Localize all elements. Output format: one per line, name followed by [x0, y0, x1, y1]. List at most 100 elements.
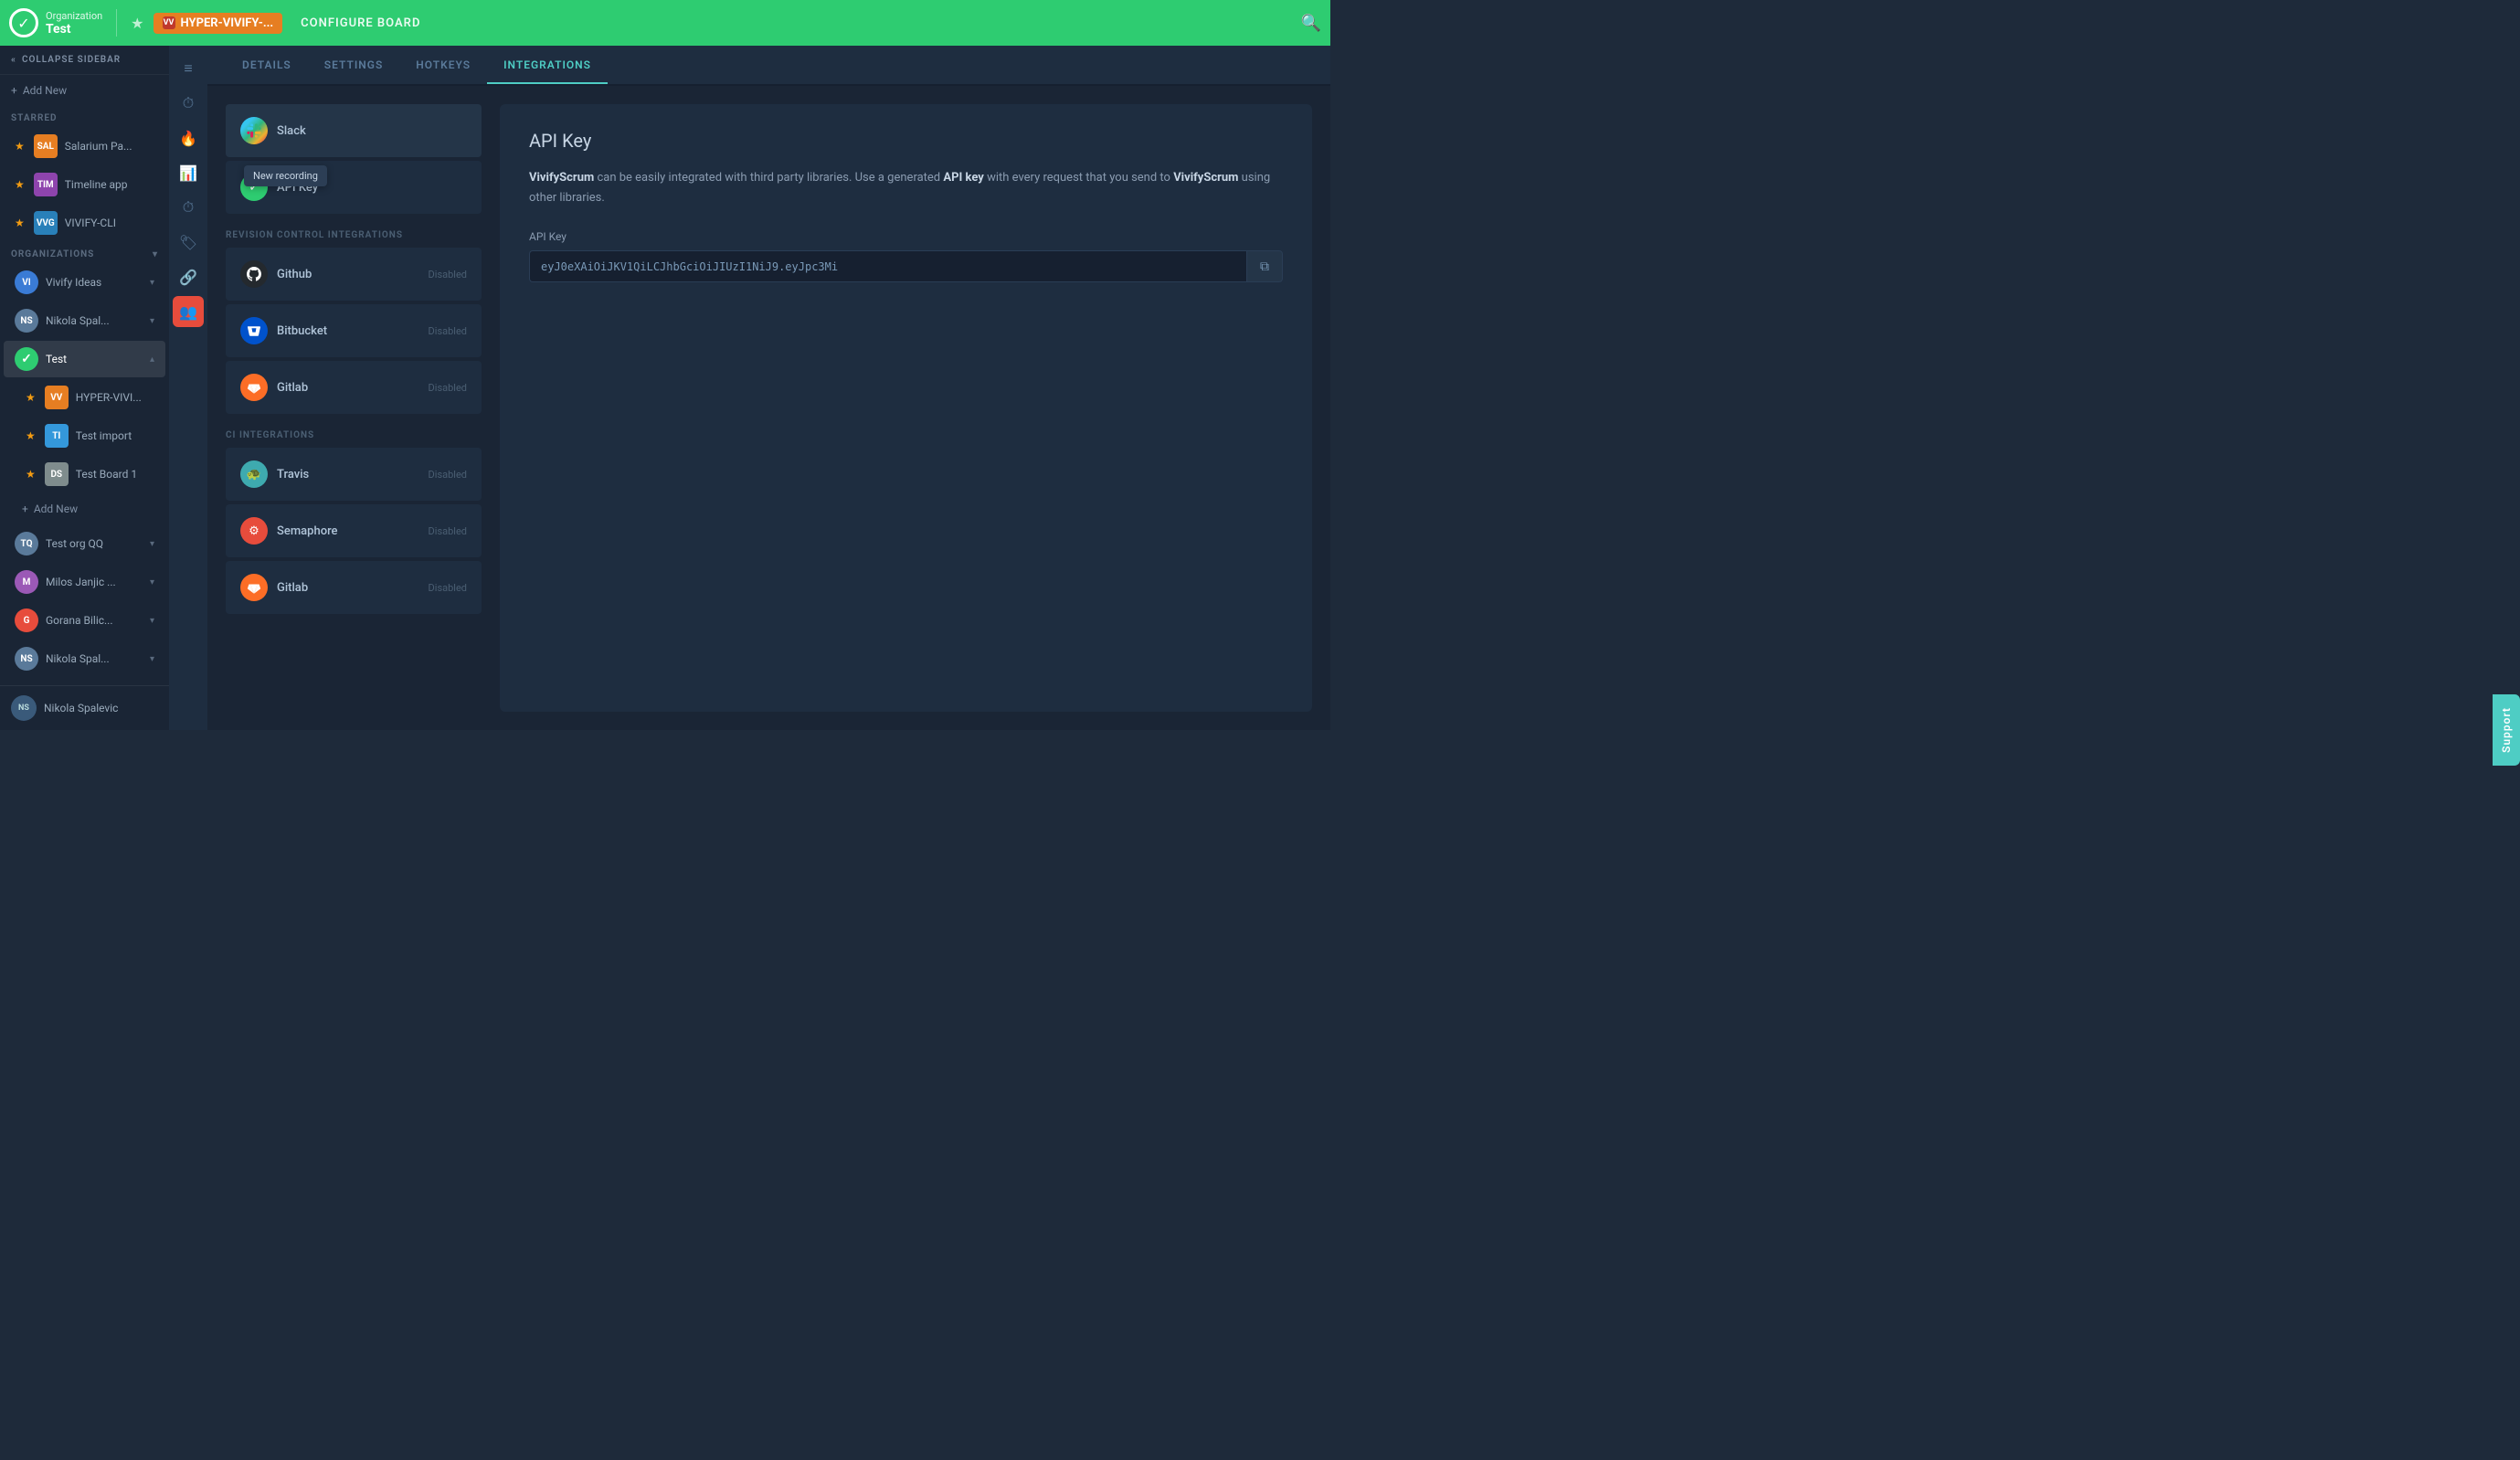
sidebar-item-label: VIVIFY-CLI: [65, 217, 154, 229]
fire-icon-btn[interactable]: 🔥: [173, 122, 204, 153]
avatar: M: [15, 570, 38, 594]
avatar: TQ: [15, 532, 38, 555]
sidebar-item-label: Milos Janjic ...: [46, 576, 143, 588]
api-key-copy-button[interactable]: ⧉: [1246, 250, 1283, 282]
sidebar-item-vivify-cli[interactable]: ★ VVG VIVIFY-CLI: [4, 205, 165, 241]
integration-github[interactable]: Github Disabled: [226, 248, 482, 301]
layers-icon-btn[interactable]: ≡: [173, 53, 204, 84]
integration-gitlab-ci[interactable]: Gitlab Disabled: [226, 561, 482, 614]
bitbucket-icon: [240, 317, 268, 344]
sidebar-item-test-org-qq[interactable]: TQ Test org QQ ▾: [4, 525, 165, 562]
integration-slack[interactable]: Slack New recording: [226, 104, 482, 157]
api-key-input[interactable]: [529, 250, 1246, 282]
link-icon-btn[interactable]: 🔗: [173, 261, 204, 292]
search-icon[interactable]: 🔍: [1301, 14, 1321, 33]
sidebar: « COLLAPSE SIDEBAR + Add New STARRED ★ S…: [0, 46, 169, 730]
integration-travis[interactable]: 🐢 Travis Disabled: [226, 448, 482, 501]
chevron-down-icon: ▾: [150, 616, 154, 626]
travis-name: Travis: [277, 468, 419, 481]
slack-name: Slack: [277, 124, 467, 138]
tab-hotkeys[interactable]: HOTKEYS: [399, 48, 487, 84]
star-icon: ★: [15, 217, 25, 229]
sidebar-item-label: Test org QQ: [46, 537, 143, 550]
sidebar-item-nikola-spal-2[interactable]: NS Nikola Spal... ▾: [4, 640, 165, 677]
sidebar-item-label: Gorana Bilic...: [46, 614, 143, 627]
check-icon: ✓: [9, 8, 38, 37]
avatar: NS: [15, 309, 38, 333]
board-badge[interactable]: VV HYPER-VIVIFY-...: [154, 13, 283, 34]
chevron-down-icon: ▾: [150, 316, 154, 326]
top-header: ✓ Organization Test ★ VV HYPER-VIVIFY-..…: [0, 0, 1330, 46]
sidebar-item-hyper-vivi[interactable]: ★ VV HYPER-VIVI...: [4, 379, 165, 416]
tab-integrations[interactable]: INTEGRATIONS: [487, 48, 608, 84]
gitlab-ci-status: Disabled: [429, 582, 467, 594]
avatar: VI: [15, 270, 38, 294]
sidebar-item-timeline[interactable]: ★ TIM Timeline app: [4, 166, 165, 203]
collapse-label: COLLAPSE SIDEBAR: [22, 55, 121, 65]
avatar: SAL: [34, 134, 58, 158]
history-icon-btn[interactable]: ⏱: [173, 88, 204, 119]
star-icon: ★: [15, 178, 25, 191]
api-key-field-label: API Key: [529, 230, 1283, 243]
sidebar-item-vivify-ideas[interactable]: VI Vivify Ideas ▾: [4, 264, 165, 301]
tab-bar: DETAILS SETTINGS HOTKEYS INTEGRATIONS: [207, 46, 1330, 86]
sidebar-item-label: Salarium Pa...: [65, 140, 154, 153]
bitbucket-status: Disabled: [429, 325, 467, 337]
sidebar-item-gorana-bilic[interactable]: G Gorana Bilic... ▾: [4, 602, 165, 639]
chevron-down-icon: ▾: [150, 654, 154, 664]
avatar: DS: [45, 462, 69, 486]
avatar: TIM: [34, 173, 58, 196]
org-info: Organization Test: [46, 10, 102, 37]
avatar: VVG: [34, 211, 58, 235]
sidebar-item-test-import[interactable]: ★ TI Test import: [4, 418, 165, 454]
organizations-section-label: ORGANIZATIONS ▾: [0, 242, 169, 263]
github-icon: [240, 260, 268, 288]
tab-details[interactable]: DETAILS: [226, 48, 308, 84]
semaphore-name: Semaphore: [277, 524, 419, 538]
content-area: DETAILS SETTINGS HOTKEYS INTEGRATIONS: [207, 46, 1330, 730]
support-button[interactable]: Support: [2493, 694, 2520, 766]
chart-icon-btn[interactable]: 📊: [173, 157, 204, 188]
collapse-sidebar-button[interactable]: « COLLAPSE SIDEBAR: [0, 46, 169, 75]
gitlab-ci-icon: [240, 574, 268, 601]
sidebar-item-nikola-spal[interactable]: NS Nikola Spal... ▾: [4, 302, 165, 339]
header-divider: [116, 9, 117, 37]
clock-icon-btn[interactable]: ⏱: [173, 192, 204, 223]
integration-gitlab-revision[interactable]: Gitlab Disabled: [226, 361, 482, 414]
integration-semaphore[interactable]: ⚙ Semaphore Disabled: [226, 504, 482, 557]
gitlab-revision-status: Disabled: [429, 382, 467, 394]
desc-middle-1: can be easily integrated with third part…: [597, 171, 943, 185]
slack-icon: [240, 117, 268, 144]
semaphore-icon: ⚙: [240, 517, 268, 545]
integrations-content: Slack New recording ✓ API Key REVISION C…: [207, 86, 1330, 730]
add-new-board-button[interactable]: + Add New: [0, 493, 169, 524]
revision-control-header: REVISION CONTROL INTEGRATIONS: [226, 217, 482, 246]
sidebar-item-label: Vivify Ideas: [46, 276, 143, 289]
star-icon: ★: [15, 140, 25, 153]
tag-icon-btn[interactable]: 🏷: [173, 227, 204, 258]
sidebar-item-milos-janjic[interactable]: M Milos Janjic ... ▾: [4, 564, 165, 600]
add-new-button[interactable]: + Add New: [0, 75, 169, 106]
sidebar-item-salarium[interactable]: ★ SAL Salarium Pa...: [4, 128, 165, 164]
sidebar-item-test[interactable]: ✓ Test ▴: [4, 341, 165, 377]
main-layout: « COLLAPSE SIDEBAR + Add New STARRED ★ S…: [0, 46, 1330, 730]
avatar: G: [15, 608, 38, 632]
bottom-user[interactable]: NS Nikola Spalevic: [0, 685, 169, 730]
add-icon: +: [11, 84, 17, 97]
chevron-down-icon: ▾: [150, 278, 154, 288]
team-icon-btn[interactable]: 👥: [173, 296, 204, 327]
org-sub-label: Test: [46, 22, 102, 37]
board-star-icon[interactable]: ★: [131, 15, 143, 32]
integration-bitbucket[interactable]: Bitbucket Disabled: [226, 304, 482, 357]
org-name-label: Organization: [46, 10, 102, 22]
avatar: VV: [45, 386, 69, 409]
api-key-bold: API key: [943, 171, 983, 185]
gitlab-revision-name: Gitlab: [277, 381, 419, 395]
tab-settings[interactable]: SETTINGS: [308, 48, 400, 84]
sidebar-item-test-board-1[interactable]: ★ DS Test Board 1: [4, 456, 165, 492]
add-icon: +: [22, 503, 28, 515]
desc-middle-2: with every request that you send to: [987, 171, 1173, 185]
integration-api-key[interactable]: ✓ API Key: [226, 161, 482, 214]
configure-label: CONFIGURE BOARD: [301, 16, 420, 30]
chevron-up-icon: ▴: [150, 354, 154, 365]
